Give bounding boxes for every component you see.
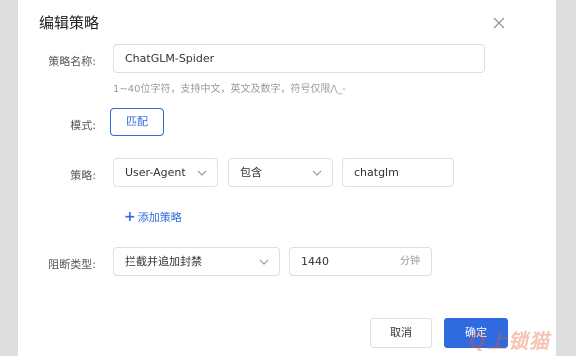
strategy-field-value: User-Agent	[125, 166, 186, 179]
add-strategy-link[interactable]: + 添加策略	[124, 209, 182, 225]
strategy-value-input[interactable]: chatglm	[342, 158, 454, 187]
mode-match-chip[interactable]: 匹配	[110, 108, 164, 136]
chevron-down-icon	[197, 170, 207, 176]
backdrop-right-strip	[556, 0, 576, 356]
ban-duration-input[interactable]: 1440 分钟	[289, 247, 432, 276]
ban-duration-unit: 分钟	[400, 256, 420, 267]
strategy-name-hint: 1~40位字符，支持中文，英文及数字，符号仅限/\_-	[113, 84, 346, 95]
block-type-label: 阻断类型:	[48, 258, 96, 271]
chevron-down-icon	[259, 259, 269, 265]
cancel-button[interactable]: 取消	[370, 318, 432, 348]
edit-strategy-dialog: 编辑策略 策略名称: ChatGLM-Spider 1~40位字符，支持中文，英…	[18, 0, 556, 356]
strategy-field-select[interactable]: User-Agent	[113, 158, 218, 187]
chevron-down-icon	[312, 170, 322, 176]
strategy-name-label: 策略名称:	[48, 55, 96, 68]
ban-duration-value: 1440	[301, 255, 329, 268]
close-icon	[493, 17, 505, 29]
watermark-logo: Q上锁猫	[468, 329, 550, 353]
block-type-select[interactable]: 拦截并追加封禁	[113, 247, 280, 276]
strategy-label: 策略:	[70, 169, 96, 182]
mode-label: 模式:	[70, 119, 96, 132]
plus-icon: +	[124, 208, 136, 225]
strategy-name-input[interactable]: ChatGLM-Spider	[113, 44, 485, 73]
dialog-title: 编辑策略	[39, 14, 100, 32]
strategy-operator-select[interactable]: 包含	[228, 158, 333, 187]
close-button[interactable]	[492, 16, 506, 30]
strategy-operator-value: 包含	[240, 166, 262, 179]
block-type-value: 拦截并追加封禁	[125, 255, 202, 268]
add-strategy-label: 添加策略	[137, 211, 182, 224]
